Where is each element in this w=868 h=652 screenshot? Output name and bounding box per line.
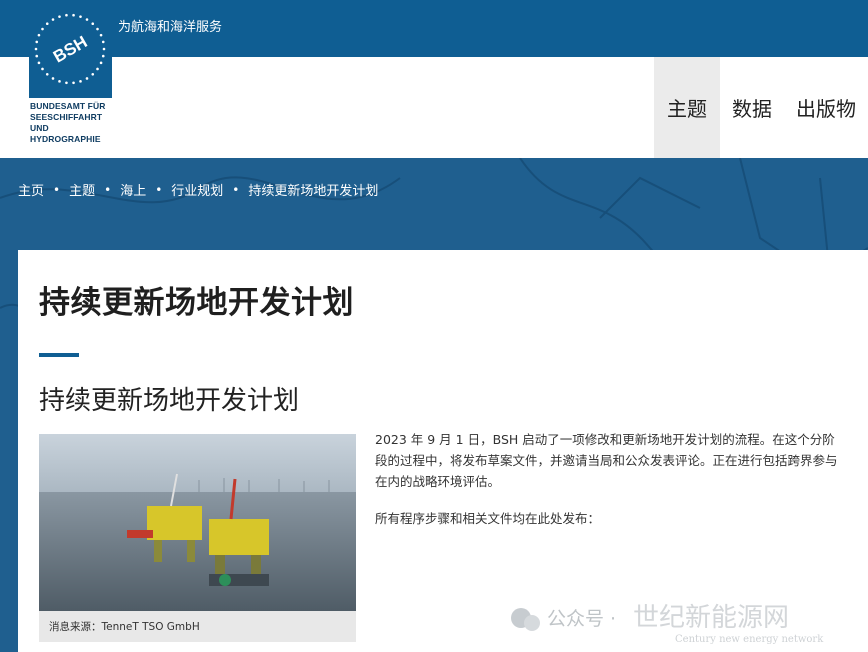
logo-dot [65, 81, 68, 85]
breadcrumb-home[interactable]: 主页 [18, 180, 44, 199]
nav-item-topics[interactable]: 主题 [654, 57, 720, 158]
logo-dot [85, 18, 89, 21]
logo-dot [91, 72, 95, 76]
bsh-logo-emblem-icon: BSH [34, 13, 106, 85]
logo-line: BUNDESAMT FÜR [30, 101, 106, 111]
breadcrumb-sector-planning[interactable]: 行业规划 [171, 180, 223, 199]
breadcrumb: 主页 • 主题 • 海上 • 行业规划 • 持续更新场地开发计划 [18, 180, 379, 200]
logo-dot [41, 67, 44, 71]
logo-dot [96, 67, 99, 71]
intro-paragraph: 所有程序步骤和相关文件均在此处发布： [375, 511, 601, 526]
logo-dot [85, 77, 89, 80]
logo-dot [51, 18, 55, 21]
breadcrumb-separator: • [155, 182, 163, 197]
breadcrumb-current: 持续更新场地开发计划 [248, 184, 379, 199]
intro-paragraph: 2023 年 9 月 1 日，BSH 启动了一项修改和更新场地开发计划的流程。在… [375, 432, 838, 489]
page-title: 持续更新场地开发计划 [39, 285, 354, 321]
breadcrumb-separator: • [104, 182, 112, 197]
logo-dot [91, 22, 95, 26]
breadcrumb-offshore[interactable]: 海上 [120, 180, 146, 199]
logo-dot [101, 54, 105, 58]
logo-wordmark[interactable]: BUNDESAMT FÜR SEESCHIFFAHRT UND HYDROGRA… [30, 101, 120, 145]
top-bar: 为航海和海洋服务 [0, 0, 868, 57]
logo-dot [37, 33, 41, 37]
logo-dot [101, 40, 105, 44]
logo-dot [51, 77, 55, 80]
site-tagline: 为航海和海洋服务 [118, 20, 223, 35]
logo-dot [58, 15, 61, 18]
logo-dot [35, 40, 39, 44]
logo-dot [79, 80, 82, 83]
breadcrumb-separator: • [53, 182, 61, 197]
logo-dot [58, 80, 61, 83]
section-heading: 持续更新场地开发计划 [39, 386, 300, 416]
title-underline [39, 353, 79, 357]
bsh-logo[interactable]: BSH [29, 0, 112, 98]
logo-dot [79, 15, 82, 18]
svg-text:BSH: BSH [50, 32, 91, 66]
logo-dot [99, 61, 103, 65]
image-caption: 消息来源：TenneT TSO GmbH [39, 611, 356, 642]
logo-line: HYDROGRAPHIE [30, 134, 101, 144]
logo-dot [99, 33, 103, 37]
logo-dot [45, 22, 49, 26]
breadcrumb-separator: • [232, 182, 240, 197]
logo-dot [72, 81, 75, 85]
logo-dot [96, 27, 99, 31]
logo-dot [37, 61, 41, 65]
nav-item-data[interactable]: 数据 [720, 57, 784, 158]
nav-item-publications[interactable]: 出版物 [784, 57, 868, 158]
logo-dot [65, 13, 68, 17]
logo-line: UND [30, 123, 49, 133]
logo-line: SEESCHIFFAHRT [30, 112, 103, 122]
breadcrumb-topics[interactable]: 主题 [69, 180, 95, 199]
main-nav: 主题 数据 出版物 [654, 57, 868, 158]
logo-dot [102, 47, 106, 51]
main-content: 持续更新场地开发计划 持续更新场地开发计划 消息来源：TenneT TSO Gm… [18, 250, 868, 652]
offshore-platform-image [39, 434, 356, 611]
logo-dot [45, 72, 49, 76]
logo-dot [41, 27, 44, 31]
logo-dot [34, 47, 38, 51]
offshore-platform-photo [39, 434, 356, 611]
intro-text: 2023 年 9 月 1 日，BSH 启动了一项修改和更新场地开发计划的流程。在… [375, 429, 845, 545]
logo-dot [35, 54, 39, 58]
logo-dot [72, 13, 75, 17]
